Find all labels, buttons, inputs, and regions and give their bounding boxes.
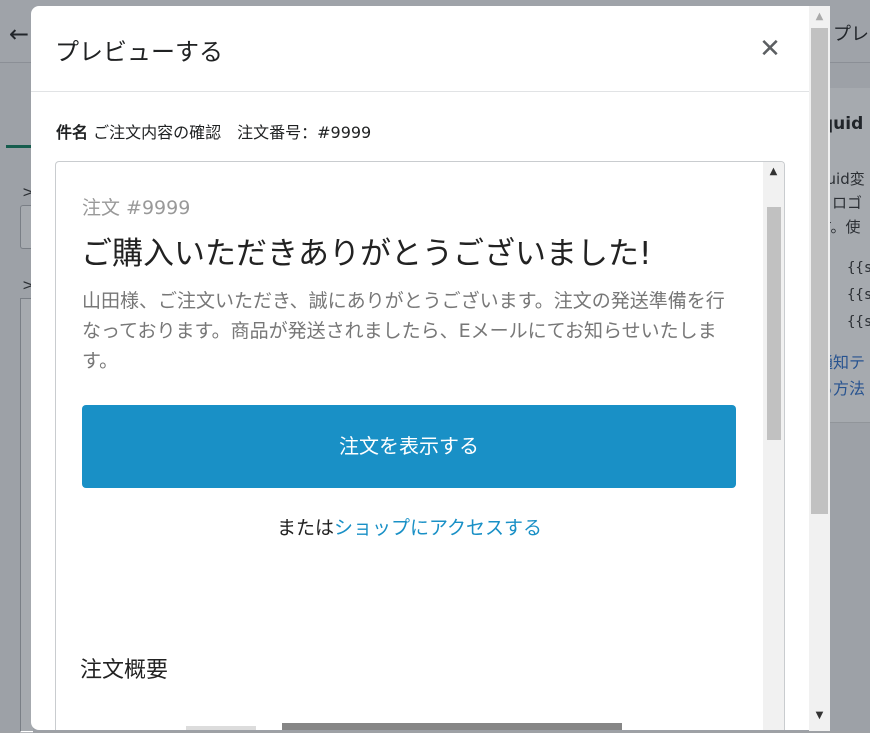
scroll-down-arrow-icon[interactable]: ▼ (809, 710, 830, 721)
modal-scrollbar-thumb[interactable] (811, 28, 828, 514)
modal-header: プレビューする ✕ (31, 6, 809, 92)
email-subject-line: 件名 ご注文内容の確認 注文番号：#9999 (56, 119, 371, 143)
close-icon[interactable]: ✕ (757, 34, 783, 64)
email-message: 山田様、ご注文いただき、誠にありがとうございます。注文の発送準備を行なっておりま… (82, 290, 725, 372)
or-text: または (276, 517, 334, 539)
shop-access-line: またはショップにアクセスする (56, 513, 763, 540)
view-order-button[interactable]: 注文を表示する (82, 405, 736, 488)
shop-link[interactable]: ショップにアクセスする (334, 517, 542, 539)
cut-off-content (186, 723, 622, 730)
modal-title: プレビューする (55, 38, 223, 66)
subject-label: 件名 (56, 123, 89, 142)
modal-scrollbar[interactable]: ▲ ▼ (809, 6, 830, 731)
order-summary-heading: 注文概要 (80, 658, 169, 683)
preview-scrollbar-thumb[interactable] (767, 207, 781, 440)
preview-scrollbar[interactable]: ▲ (763, 162, 784, 730)
subject-value: ご注文内容の確認 注文番号：#9999 (93, 123, 372, 142)
order-number: 注文 #9999 (82, 197, 191, 219)
email-heading: ご購入いただきありがとうございました! (81, 236, 652, 272)
preview-modal: プレビューする ✕ 件名 ご注文内容の確認 注文番号：#9999 注文 #999… (31, 6, 809, 730)
scroll-up-arrow-icon[interactable]: ▲ (809, 11, 830, 22)
scroll-up-arrow-icon[interactable]: ▲ (763, 166, 784, 177)
email-preview-frame: 注文 #9999 ご購入いただきありがとうございました! 山田様、ご注文いただき… (55, 161, 785, 730)
